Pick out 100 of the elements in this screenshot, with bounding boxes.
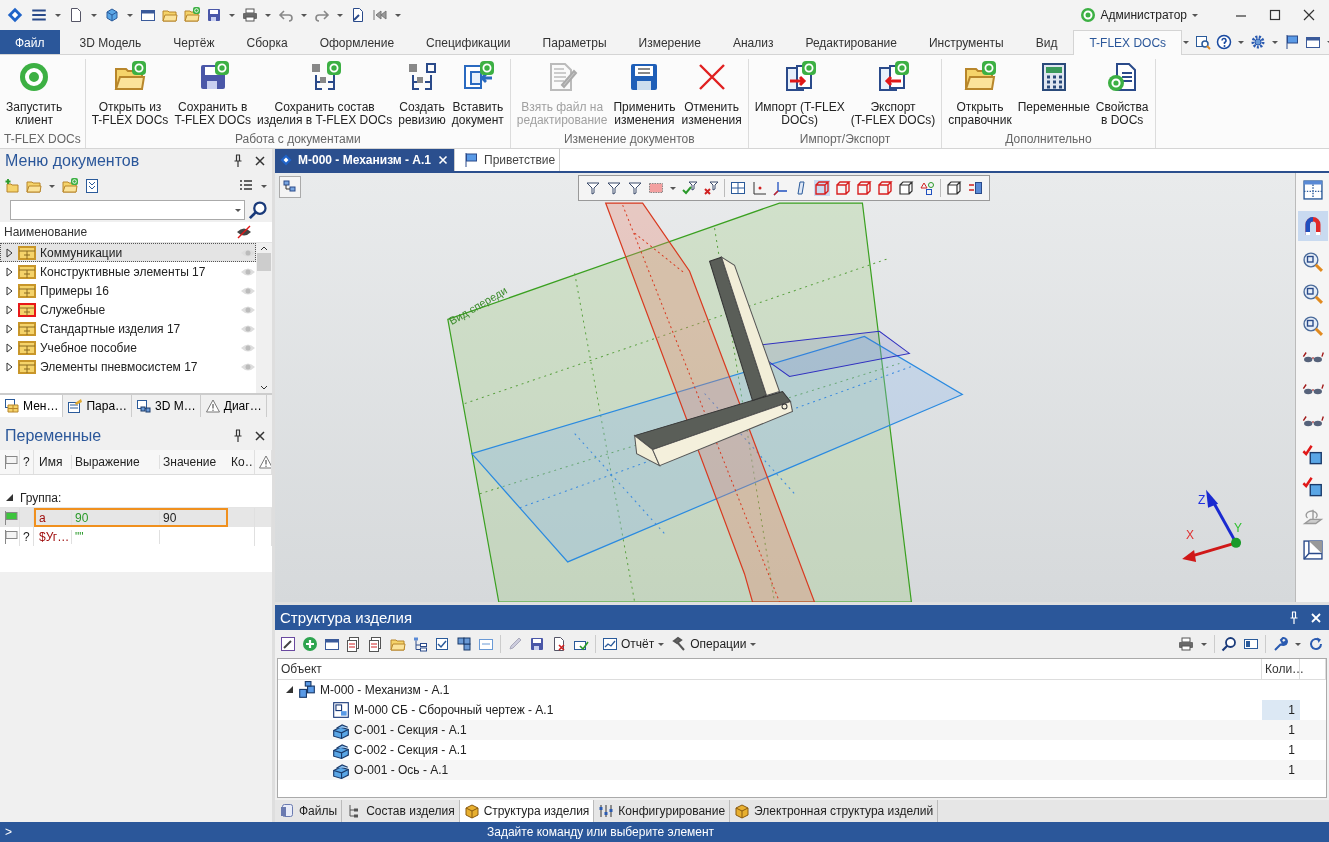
folder-icon[interactable]	[184, 7, 200, 23]
tree-item[interactable]: Служебные	[0, 300, 256, 319]
hidden-icon[interactable]	[236, 224, 252, 240]
ribbon-tab[interactable]: Вид	[1019, 30, 1074, 54]
ribbon-tab[interactable]: 3D Модель	[63, 30, 158, 54]
ribbon-tab[interactable]: Измерение	[622, 30, 717, 54]
window-icon[interactable]	[140, 7, 156, 23]
report-button[interactable]: Отчёт	[602, 636, 666, 652]
zoom-icon[interactable]	[1301, 251, 1324, 273]
add-folder-icon[interactable]	[4, 178, 20, 194]
expander-icon[interactable]	[4, 303, 14, 316]
checklist-icon[interactable]	[434, 636, 450, 652]
ribbon-button[interactable]: Запустить клиент	[4, 59, 65, 132]
swap-icon[interactable]	[967, 180, 983, 196]
window-icon[interactable]	[1305, 34, 1322, 50]
expander-icon[interactable]	[284, 684, 294, 696]
printer-icon[interactable]	[1178, 636, 1194, 652]
tree-item[interactable]: Стандартные изделия 17	[0, 319, 256, 338]
panel-tab[interactable]: Мен…	[0, 395, 64, 417]
document-cross-icon[interactable]	[551, 636, 567, 652]
file-menu-tab[interactable]: Файл	[0, 30, 60, 54]
panel-tab[interactable]: Структура изделия	[459, 800, 595, 822]
flag-icon[interactable]	[3, 454, 19, 470]
filter-icon[interactable]	[606, 180, 622, 196]
ribbon-button[interactable]: Открыть из T-FLEX DOCs	[89, 59, 171, 132]
column-header[interactable]: Значение	[160, 455, 226, 469]
help-icon[interactable]	[1216, 34, 1233, 50]
cube-icon[interactable]	[946, 180, 962, 196]
tree-item[interactable]: С-002 - Секция - А.1	[354, 743, 467, 757]
floppy-icon[interactable]	[529, 636, 545, 652]
filter-cross-icon[interactable]	[703, 180, 719, 196]
grid-icon[interactable]	[730, 180, 746, 196]
document-tab[interactable]: Приветствие	[459, 149, 561, 171]
logo-icon[interactable]	[1080, 7, 1097, 23]
refresh-icon[interactable]	[1308, 636, 1324, 652]
work-plane[interactable]	[447, 202, 913, 602]
search-window-icon[interactable]	[1195, 34, 1212, 50]
document-tab[interactable]: М-000 - Механизм - А.1	[275, 149, 456, 171]
close-icon[interactable]	[1301, 7, 1317, 23]
column-header[interactable]: Объект	[278, 659, 1262, 679]
undo-icon[interactable]	[278, 7, 294, 23]
column-header[interactable]: ?	[20, 450, 34, 474]
maximize-icon[interactable]	[1267, 7, 1283, 23]
scrollbar[interactable]	[256, 243, 272, 393]
flag-icon[interactable]	[1284, 34, 1301, 50]
scrollbar-thumb[interactable]	[257, 253, 271, 271]
window-icon[interactable]	[324, 636, 340, 652]
ribbon-button[interactable]: Экспорт (T-FLEX DOCs)	[848, 59, 938, 132]
floppy-icon[interactable]	[206, 7, 222, 23]
panel-tab[interactable]: 3D М…	[132, 395, 201, 417]
structure-button[interactable]	[279, 176, 301, 198]
squares-icon[interactable]	[456, 636, 472, 652]
expander-icon[interactable]	[4, 265, 14, 278]
redo-icon[interactable]	[314, 7, 330, 23]
panel-tab[interactable]: Диаг…	[200, 395, 267, 417]
shapes-icon[interactable]	[919, 180, 935, 196]
settings-icon[interactable]	[1250, 34, 1267, 50]
tree-item[interactable]: Элементы пневмосистем 17	[0, 357, 256, 376]
search-icon[interactable]	[248, 200, 268, 220]
tree-item[interactable]: Конструктивные элементы 17	[0, 262, 256, 281]
panel-tab[interactable]: Пара…	[63, 395, 133, 417]
ribbon-tab[interactable]: T-FLEX DOCs	[1073, 30, 1183, 55]
cube-icon[interactable]	[898, 180, 914, 196]
ribbon-button[interactable]: Вставить документ	[449, 59, 506, 132]
tree-item[interactable]: М-000 СБ - Сборочный чертеж - А.1	[354, 703, 554, 717]
column-header[interactable]: Ко…	[228, 450, 255, 474]
wrench-icon[interactable]	[1272, 636, 1288, 652]
expander-icon[interactable]	[4, 246, 14, 259]
variable-row[interactable]: ? $Уг… ""	[0, 527, 272, 546]
column-header[interactable]: Наименование	[4, 225, 232, 239]
filter-check-icon[interactable]	[682, 180, 698, 196]
column-header[interactable]: Выражение	[72, 455, 160, 469]
tree-item[interactable]: М-000 - Механизм - А.1	[320, 683, 450, 697]
tree-item[interactable]: Учебное пособие	[0, 338, 256, 357]
column-header[interactable]: Имя	[36, 455, 72, 469]
ribbon-tab[interactable]: Анализ	[716, 30, 790, 54]
zoom-icon[interactable]	[1301, 315, 1324, 337]
expander-icon[interactable]	[4, 360, 14, 373]
axis-triad-drawing[interactable]	[1182, 489, 1242, 562]
operations-button[interactable]: Операции	[671, 636, 758, 652]
variable-row[interactable]: a 90 90	[0, 508, 272, 527]
tree-item[interactable]: Коммуникации	[0, 243, 256, 262]
ribbon-button[interactable]: Импорт (T-FLEX DOCs)	[752, 59, 847, 132]
rewind-icon[interactable]	[372, 7, 388, 23]
new-document-icon[interactable]	[68, 7, 84, 23]
expander-icon[interactable]	[4, 341, 14, 354]
ribbon-button[interactable]: Свойства в DOCs	[1093, 59, 1151, 132]
document-wrench-icon[interactable]	[350, 7, 366, 23]
filter-icon[interactable]	[585, 180, 601, 196]
expander-icon[interactable]	[4, 284, 14, 297]
ribbon-tab[interactable]: Оформление	[303, 30, 411, 54]
expander-icon[interactable]	[4, 492, 14, 504]
expander-icon[interactable]	[4, 322, 14, 335]
card-icon[interactable]	[1243, 636, 1259, 652]
ribbon-button[interactable]: Создать ревизию	[396, 59, 448, 132]
search-field[interactable]	[10, 200, 245, 220]
tree-item[interactable]: Примеры 16	[0, 281, 256, 300]
printer-icon[interactable]	[242, 7, 258, 23]
documents-icon[interactable]	[368, 636, 384, 652]
checked-cube-icon[interactable]	[1301, 475, 1324, 497]
